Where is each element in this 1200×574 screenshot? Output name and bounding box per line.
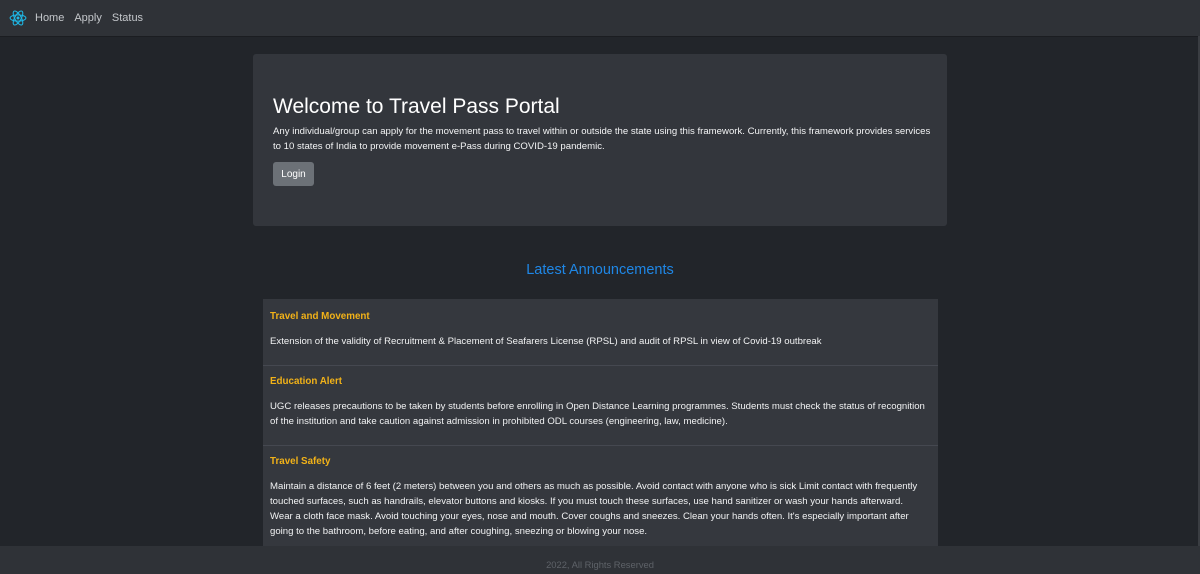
nav-link-apply[interactable]: Apply: [74, 12, 102, 24]
navbar: Home Apply Status: [0, 0, 1200, 37]
page-title: Welcome to Travel Pass Portal: [273, 95, 560, 118]
announcement-item: Travel and Movement Extension of the val…: [263, 299, 938, 366]
welcome-description: Any individual/group can apply for the m…: [273, 126, 931, 152]
announcement-item: Travel Safety Maintain a distance of 6 f…: [263, 446, 938, 546]
announcement-text: Extension of the validity of Recruitment…: [270, 336, 822, 347]
nav-link-home[interactable]: Home: [35, 12, 64, 24]
welcome-jumbotron: Welcome to Travel Pass Portal Any indivi…: [253, 54, 947, 226]
announcement-title: Travel Safety: [270, 456, 331, 467]
footer-copyright: 2022, All Rights Reserved: [546, 559, 654, 570]
nav-link-status[interactable]: Status: [112, 12, 143, 24]
announcements-heading: Latest Announcements: [526, 262, 674, 278]
footer: 2022, All Rights Reserved: [0, 546, 1200, 574]
login-button[interactable]: Login: [273, 162, 314, 186]
announcement-text: Maintain a distance of 6 feet (2 meters)…: [270, 481, 918, 537]
announcement-text: UGC releases precautions to be taken by …: [270, 401, 925, 427]
announcement-title: Education Alert: [270, 376, 343, 387]
announcements-list[interactable]: Travel and Movement Extension of the val…: [263, 299, 938, 546]
react-atom-icon[interactable]: [9, 9, 27, 27]
announcement-item: Education Alert UGC releases precautions…: [263, 366, 938, 446]
announcement-title: Travel and Movement: [270, 311, 370, 322]
